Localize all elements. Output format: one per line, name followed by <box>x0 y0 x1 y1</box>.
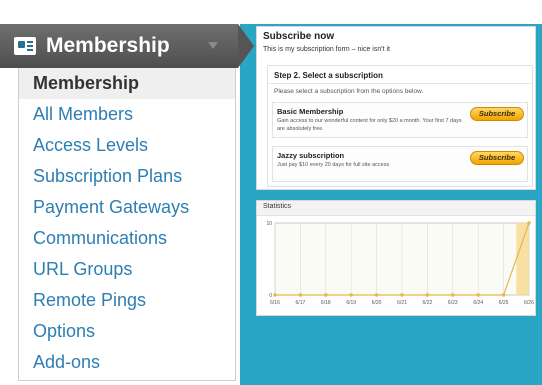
menu-item-url-groups[interactable]: URL Groups <box>19 254 235 285</box>
data-point <box>527 221 531 225</box>
y-tick-label: 10 <box>266 221 272 227</box>
subscribe-subtitle: This is my subscription form – nice isn'… <box>263 46 390 53</box>
subscribe-button[interactable]: Subscribe <box>470 107 524 121</box>
menu-item-access-levels[interactable]: Access Levels <box>19 130 235 161</box>
highlight-band <box>516 223 529 295</box>
data-point <box>349 293 353 297</box>
x-tick-label: 6/17 <box>296 300 306 306</box>
y-tick-label: 0 <box>269 293 272 299</box>
plan-basic-membership: Basic Membership Gain access to our wond… <box>272 102 528 138</box>
top-white-strip <box>0 0 542 24</box>
plan-description: Just pay $10 every 20 days for full site… <box>277 162 390 168</box>
menu-title: Membership <box>46 34 170 57</box>
x-tick-label: 6/25 <box>499 300 509 306</box>
x-tick-label: 6/21 <box>397 300 407 306</box>
membership-menu-header[interactable]: Membership <box>0 24 238 68</box>
x-tick-label: 6/24 <box>473 300 483 306</box>
plan-name: Basic Membership <box>277 107 344 116</box>
menu-pointer-arrow <box>238 24 254 68</box>
x-tick-label: 6/20 <box>372 300 382 306</box>
menu-item-payment-gateways[interactable]: Payment Gateways <box>19 192 235 223</box>
subscribe-button[interactable]: Subscribe <box>470 151 524 165</box>
subscribe-panel: Subscribe now This is my subscription fo… <box>256 26 536 190</box>
statistics-panel: Statistics 10 0 6/16 6/17 6/18 6/19 6/20 6/21 6/… <box>256 200 536 316</box>
x-tick-label: 6/19 <box>346 300 356 306</box>
step-description: Please select a subscription from the op… <box>274 88 424 95</box>
x-tick-label: 6/16 <box>270 300 280 306</box>
data-point <box>476 293 480 297</box>
x-tick-label: 6/22 <box>423 300 433 306</box>
statistics-header: Statistics <box>257 201 535 216</box>
menu-item-options[interactable]: Options <box>19 316 235 347</box>
menu-item-communications[interactable]: Communications <box>19 223 235 254</box>
step-title: Step 2. Select a subscription <box>274 71 383 80</box>
menu-item-remote-pings[interactable]: Remote Pings <box>19 285 235 316</box>
plan-description: Gain access to our wonderful content for… <box>277 118 462 132</box>
data-point <box>298 293 303 297</box>
membership-submenu: Membership All Members Access Levels Sub… <box>18 68 236 381</box>
plan-name: Jazzy subscription <box>277 151 345 160</box>
menu-item-all-members[interactable]: All Members <box>19 99 235 130</box>
data-point <box>451 293 455 297</box>
data-point <box>400 293 404 297</box>
data-point <box>374 293 379 297</box>
menu-item-add-ons[interactable]: Add-ons <box>19 347 235 378</box>
statistics-title: Statistics <box>263 203 292 210</box>
data-point <box>501 293 506 297</box>
menu-item-subscription-plans[interactable]: Subscription Plans <box>19 161 235 192</box>
x-tick-label: 6/23 <box>448 300 458 306</box>
subscribe-title: Subscribe now <box>263 31 335 42</box>
data-point <box>324 293 328 297</box>
menu-item-membership[interactable]: Membership <box>19 68 235 99</box>
x-tick-label: 6/26 <box>524 300 534 306</box>
plan-jazzy-subscription: Jazzy subscription Just pay $10 every 20… <box>272 146 528 182</box>
subscription-step-box: Step 2. Select a subscription Please sel… <box>267 65 533 187</box>
statistics-chart: 10 06/16 6/17 6/18 6/19 6/20 6/21 6/22 6/23 6/24 6… <box>266 221 534 306</box>
data-point <box>425 293 430 297</box>
data-point <box>273 293 277 297</box>
membership-card-icon <box>14 37 36 55</box>
divider <box>268 83 532 84</box>
x-tick-label: 6/18 <box>321 300 331 306</box>
chevron-down-icon[interactable] <box>208 42 218 49</box>
